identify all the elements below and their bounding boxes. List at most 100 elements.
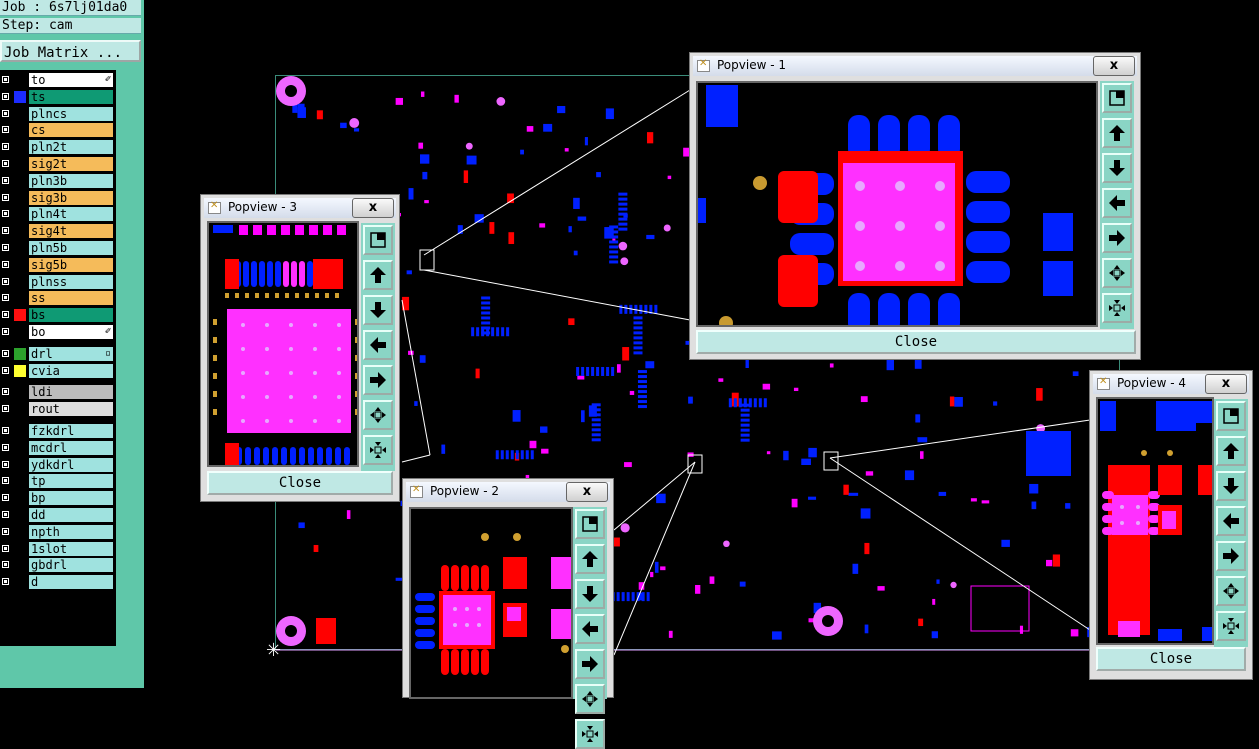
small-pad xyxy=(315,293,319,298)
popview-2-window[interactable]: Popview - 2 x xyxy=(402,478,614,749)
pad-top xyxy=(281,225,290,235)
qfn-pad xyxy=(878,293,900,325)
zoom-in-button[interactable] xyxy=(1102,258,1132,288)
thermal-via xyxy=(935,261,945,271)
pan-left-icon xyxy=(370,337,386,353)
popview-toolbar xyxy=(1214,399,1248,647)
small-pad xyxy=(355,355,357,361)
zoom-region-box xyxy=(687,454,703,474)
pan-left-icon xyxy=(1109,195,1125,211)
thermal-pad xyxy=(1112,495,1148,535)
pad-bottom xyxy=(1158,629,1182,641)
zoom-in-button[interactable] xyxy=(575,684,605,714)
pan-up-button[interactable] xyxy=(1102,118,1132,148)
pan-down-button[interactable] xyxy=(1216,471,1246,501)
pan-up-button[interactable] xyxy=(575,544,605,574)
pan-up-button[interactable] xyxy=(363,260,393,290)
pad-red xyxy=(225,443,239,465)
popview-zoom-view[interactable] xyxy=(1096,397,1214,645)
pan-left-button[interactable] xyxy=(575,614,605,644)
small-pad xyxy=(213,409,217,415)
thermal-via xyxy=(289,323,293,327)
pan-right-button[interactable] xyxy=(363,365,393,395)
pan-up-button[interactable] xyxy=(1216,436,1246,466)
small-pad xyxy=(355,409,357,415)
pan-left-button[interactable] xyxy=(1216,506,1246,536)
pad-red xyxy=(471,565,479,591)
small-pad xyxy=(305,293,309,298)
pan-down-icon xyxy=(1223,478,1239,494)
pad-top xyxy=(253,225,262,235)
pan-down-button[interactable] xyxy=(363,295,393,325)
popview-title-bar[interactable]: Popview - 3 x xyxy=(204,198,396,218)
popview-title-bar[interactable]: Popview - 4 x xyxy=(1093,374,1249,394)
thermal-via xyxy=(855,261,865,271)
popview-3-window[interactable]: Popview - 3 x Close xyxy=(200,194,400,502)
popview-title: Popview - 1 xyxy=(717,58,786,72)
thermal-via xyxy=(337,371,341,375)
small-pad xyxy=(245,293,249,298)
thermal-via xyxy=(313,395,317,399)
window-close-icon[interactable]: x xyxy=(1205,374,1247,394)
popview-1-window[interactable]: Popview - 1 x Close xyxy=(689,52,1141,360)
pan-right-button[interactable] xyxy=(1102,223,1132,253)
pad-top xyxy=(1118,621,1140,637)
popview-4-window[interactable]: Popview - 4 x Close xyxy=(1089,370,1253,680)
popview-title-bar[interactable]: Popview - 2 x xyxy=(406,482,610,502)
zoom-in-button[interactable] xyxy=(1216,576,1246,606)
zoom-fit-button[interactable] xyxy=(575,509,605,539)
connector-pin xyxy=(299,447,305,465)
pan-left-button[interactable] xyxy=(1102,188,1132,218)
zoom-out-button[interactable] xyxy=(1216,611,1246,641)
connector-pin xyxy=(272,447,278,465)
zoom-out-button[interactable] xyxy=(363,435,393,465)
small-pad xyxy=(355,337,357,343)
popview-close-button[interactable]: Close xyxy=(207,471,393,495)
window-close-icon[interactable]: x xyxy=(352,198,394,218)
connector-pin xyxy=(317,447,323,465)
popview-zoom-view[interactable] xyxy=(409,507,573,699)
zoom-in-button[interactable] xyxy=(363,400,393,430)
pan-right-button[interactable] xyxy=(1216,541,1246,571)
zoom-fit-button[interactable] xyxy=(1216,401,1246,431)
pad-red xyxy=(1198,465,1212,495)
zoom-out-icon xyxy=(1109,300,1125,316)
leader-line xyxy=(401,454,431,463)
pan-up-icon xyxy=(582,551,598,567)
thermal-via xyxy=(477,623,481,627)
pad-bottom xyxy=(1043,213,1073,251)
popview-zoom-view[interactable] xyxy=(696,81,1098,327)
qfn-pad xyxy=(908,293,930,325)
pan-right-button[interactable] xyxy=(575,649,605,679)
small-pad xyxy=(355,319,357,325)
zoom-out-button[interactable] xyxy=(575,719,605,749)
popview-close-button[interactable]: Close xyxy=(696,330,1136,354)
pad-bottom xyxy=(1043,261,1073,296)
via xyxy=(561,645,569,653)
qfn-pad xyxy=(415,605,435,613)
qfn-pad xyxy=(966,261,1010,283)
connector-pin xyxy=(275,261,281,287)
pad-red xyxy=(461,565,469,591)
zoom-fit-button[interactable] xyxy=(363,225,393,255)
app-icon xyxy=(208,200,221,214)
pad-red xyxy=(503,557,527,589)
zoom-out-button[interactable] xyxy=(1102,293,1132,323)
popview-zoom-view[interactable] xyxy=(207,221,359,467)
popview-close-button[interactable]: Close xyxy=(1096,647,1246,671)
pad-top xyxy=(323,225,332,235)
pan-down-button[interactable] xyxy=(1102,153,1132,183)
zoom-fit-button[interactable] xyxy=(1102,83,1132,113)
thermal-via xyxy=(313,371,317,375)
window-close-icon[interactable]: x xyxy=(566,482,608,502)
small-pad xyxy=(325,293,329,298)
popview-title-bar[interactable]: Popview - 1 x xyxy=(693,56,1137,76)
pad-red xyxy=(481,565,489,591)
zoom-region-box xyxy=(823,451,839,471)
window-close-icon[interactable]: x xyxy=(1093,56,1135,76)
pan-down-button[interactable] xyxy=(575,579,605,609)
zoom-in-icon xyxy=(370,407,386,423)
small-pad xyxy=(355,373,357,379)
pan-left-button[interactable] xyxy=(363,330,393,360)
thermal-via xyxy=(1120,505,1124,509)
